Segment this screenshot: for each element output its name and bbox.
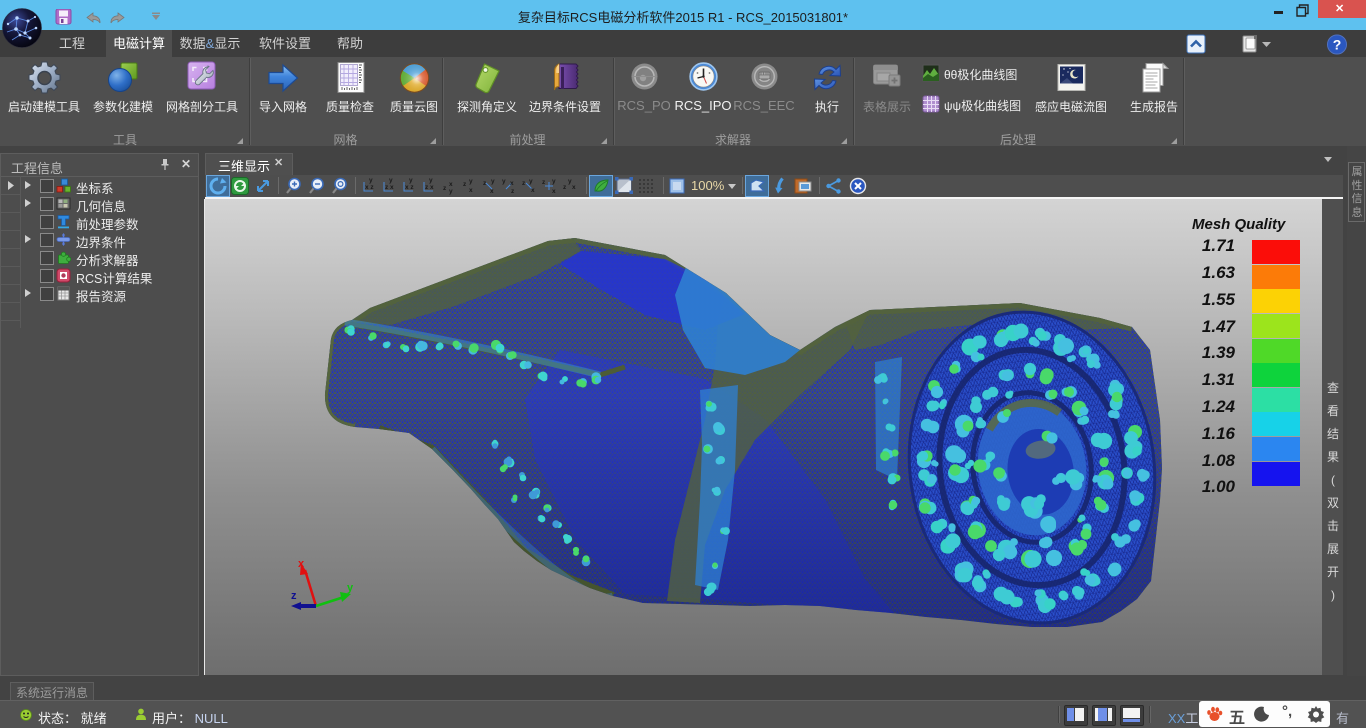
svg-text:x z: x z [405, 184, 414, 191]
svg-text:x: x [510, 180, 514, 187]
svg-text:z: z [511, 188, 515, 195]
svg-text:y: y [347, 582, 354, 594]
svg-text:z: z [522, 180, 526, 187]
svg-text:z: z [291, 590, 297, 602]
svg-text:x: x [531, 187, 535, 194]
svg-text:z: z [563, 184, 567, 191]
svg-text:y: y [552, 178, 556, 185]
svg-text:y: y [409, 177, 413, 184]
svg-text:x: x [298, 558, 305, 570]
svg-text:y: y [469, 178, 473, 185]
svg-text:y: y [429, 177, 433, 184]
svg-text:x: x [490, 188, 494, 195]
svg-text:z x: z x [385, 184, 394, 191]
svg-text:y: y [491, 178, 495, 185]
svg-text:y: y [449, 188, 453, 195]
svg-text:z: z [443, 185, 447, 192]
svg-text:z: z [542, 179, 546, 186]
svg-text:?: ? [1333, 37, 1342, 53]
svg-text:y: y [529, 178, 533, 185]
svg-text:x z: x z [365, 184, 374, 191]
svg-text:x: x [572, 184, 576, 191]
svg-text:y: y [389, 177, 393, 184]
svg-text:x: x [469, 187, 473, 194]
svg-text:y: y [369, 177, 373, 184]
svg-text:z: z [463, 181, 467, 188]
svg-text:x: x [552, 188, 556, 195]
svg-text:z x: z x [425, 184, 434, 191]
svg-text:x: x [449, 181, 453, 188]
svg-text:y: y [502, 178, 506, 185]
